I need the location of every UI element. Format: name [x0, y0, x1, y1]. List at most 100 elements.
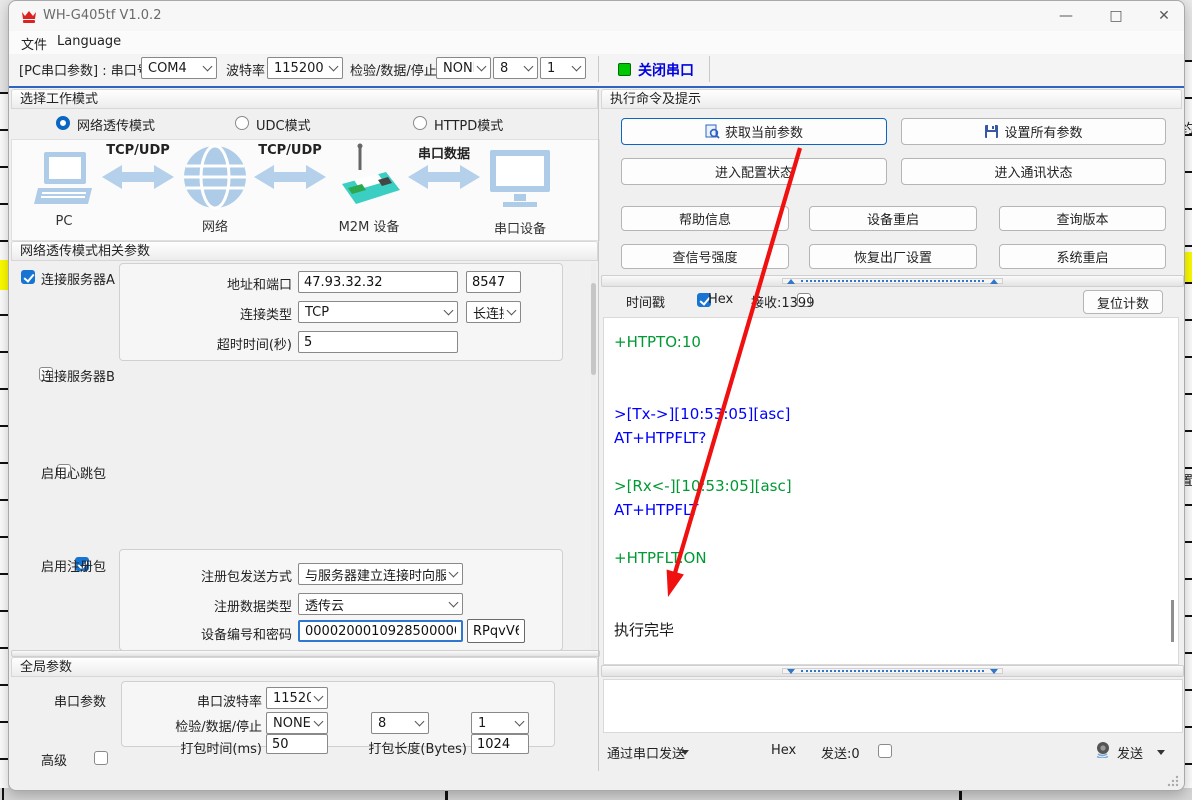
chevron-down-icon — [329, 62, 339, 72]
resize-grip-icon[interactable] — [1167, 775, 1179, 787]
log-splitter-bottom[interactable] — [601, 665, 1184, 677]
conn-type-select[interactable]: TCP — [298, 301, 458, 323]
global-params-header: 全局参数 — [11, 657, 598, 677]
log-scrollbar-thumb[interactable] — [1171, 600, 1174, 642]
reset-count-label: 复位计数 — [1097, 293, 1149, 312]
send-horn-icon — [1095, 741, 1112, 758]
log-line — [614, 594, 1178, 618]
port-status-led-icon — [618, 63, 631, 76]
enter-config-button[interactable]: 进入配置状态 — [621, 158, 887, 185]
collapse-down-icon[interactable] — [990, 669, 998, 674]
system-reboot-button[interactable]: 系统重启 — [999, 244, 1166, 269]
toolbar-rule — [9, 86, 1184, 88]
collapse-up-icon[interactable] — [990, 279, 998, 284]
conn-keep-select[interactable]: 长连接 — [466, 301, 521, 323]
toolbar-separator — [598, 56, 599, 82]
send-caret-icon[interactable] — [1157, 750, 1165, 755]
g-parity-select[interactable]: NONE — [266, 712, 328, 734]
send-via-caret-icon[interactable] — [681, 750, 689, 755]
log-hex-label[interactable]: Hex — [708, 292, 733, 307]
splitter-handle[interactable] — [782, 278, 1003, 284]
left-scrollbar[interactable] — [591, 263, 596, 651]
log-line: AT+HTPFLT? — [614, 426, 1178, 450]
reset-count-button[interactable]: 复位计数 — [1083, 290, 1163, 314]
close-port-button[interactable]: 关闭串口 — [638, 60, 694, 80]
help-button[interactable]: 帮助信息 — [621, 206, 789, 231]
left-scrollbar-thumb[interactable] — [591, 283, 596, 375]
g-databits-value: 8 — [378, 716, 386, 731]
send-hex-checkbox[interactable] — [878, 744, 892, 758]
radio-net-transparent-mode[interactable] — [56, 116, 70, 130]
query-version-button[interactable]: 查询版本 — [999, 206, 1166, 231]
get-params-button[interactable]: 获取当前参数 — [621, 118, 887, 145]
advanced-label[interactable]: 高级 — [41, 750, 67, 769]
advanced-checkbox[interactable] — [94, 751, 108, 765]
titlebar[interactable]: WH-G405tf V1.0.2 — □ ✕ — [9, 1, 1184, 31]
splitter-handle[interactable] — [782, 668, 1003, 674]
g-parity-label: 检验/数据/停止 — [139, 716, 262, 735]
g-baud-select[interactable]: 115200 — [266, 687, 328, 709]
send-button[interactable]: 发送 — [1117, 743, 1143, 762]
heartbeat-label[interactable]: 启用心跳包 — [41, 463, 106, 482]
radio-httpd-label[interactable]: HTTPD模式 — [434, 115, 503, 134]
pack-time-input[interactable] — [266, 734, 328, 754]
parity-select[interactable]: NONE — [436, 57, 491, 79]
server-a-label[interactable]: 连接服务器A — [41, 269, 115, 288]
log-splitter-top[interactable] — [601, 275, 1184, 287]
databits-select[interactable]: 8 — [493, 57, 538, 79]
reboot-device-button[interactable]: 设备重启 — [809, 206, 977, 231]
log-area[interactable]: +HTPTO:10 >[Tx->][10:53:05][asc]AT+HTPFL… — [603, 317, 1179, 665]
baud-select[interactable]: 115200 — [267, 57, 343, 79]
enter-comm-button[interactable]: 进入通讯状态 — [901, 158, 1166, 185]
timestamp-label[interactable]: 时间戳 — [626, 292, 665, 311]
set-params-button[interactable]: 设置所有参数 — [901, 118, 1166, 145]
pack-len-input[interactable] — [471, 734, 529, 754]
send-textarea[interactable] — [603, 679, 1183, 733]
radio-udc-mode[interactable] — [235, 116, 249, 130]
stopbits-select[interactable]: 1 — [540, 57, 586, 79]
menu-language[interactable]: Language — [57, 34, 121, 49]
collapse-down-icon[interactable] — [787, 669, 795, 674]
left-splitter[interactable] — [11, 650, 600, 657]
sent-count: 发送:0 — [821, 743, 860, 762]
collapse-up-icon[interactable] — [787, 279, 795, 284]
parity-label: 检验/数据/停止 — [350, 60, 437, 79]
chevron-down-icon — [415, 717, 425, 727]
reg-send-mode-select[interactable]: 与服务器建立连接时向服务 — [298, 563, 463, 585]
com-port-select[interactable]: COM4 — [141, 57, 217, 79]
g-stopbits-select[interactable]: 1 — [471, 712, 529, 734]
minimize-button[interactable]: — — [1051, 5, 1081, 27]
addr-input[interactable] — [298, 271, 458, 293]
network-label: 网络 — [182, 216, 248, 235]
menu-file[interactable]: 文件 — [21, 34, 47, 53]
factory-reset-button[interactable]: 恢复出厂设置 — [809, 244, 977, 269]
timeout-input[interactable] — [298, 331, 458, 353]
save-icon — [984, 124, 999, 139]
link-arrow-icon — [406, 162, 482, 192]
set-params-label: 设置所有参数 — [1004, 122, 1082, 141]
g-databits-select[interactable]: 8 — [371, 712, 429, 734]
signal-button[interactable]: 查信号强度 — [621, 244, 789, 269]
radio-net-transparent-label[interactable]: 网络透传模式 — [77, 115, 155, 134]
dev-id-input[interactable] — [298, 620, 463, 642]
send-via-serial[interactable]: 通过串口发送 — [607, 743, 685, 762]
chevron-down-icon — [203, 62, 213, 72]
reg-data-type-select[interactable]: 透传云 — [298, 593, 463, 615]
send-hex-label[interactable]: Hex — [771, 743, 796, 758]
radio-udc-label[interactable]: UDC模式 — [256, 115, 311, 134]
dev-pwd-input[interactable] — [467, 619, 525, 643]
chevron-down-icon — [314, 717, 324, 727]
server-a-checkbox[interactable] — [21, 270, 35, 284]
app-icon — [21, 9, 37, 24]
search-doc-icon — [705, 124, 720, 139]
log-line: >[Rx<-][10:53:05][asc] — [614, 474, 1178, 498]
close-button[interactable]: ✕ — [1149, 5, 1179, 27]
pack-len-label: 打包长度(Bytes) — [339, 738, 467, 757]
radio-httpd-mode[interactable] — [413, 116, 427, 130]
regpack-label[interactable]: 启用注册包 — [41, 556, 106, 575]
maximize-button[interactable]: □ — [1101, 5, 1131, 27]
server-b-label[interactable]: 连接服务器B — [41, 366, 115, 385]
conn-type-value: TCP — [305, 305, 329, 320]
g-baud-value: 115200 — [273, 691, 311, 706]
port-input[interactable] — [466, 271, 521, 293]
